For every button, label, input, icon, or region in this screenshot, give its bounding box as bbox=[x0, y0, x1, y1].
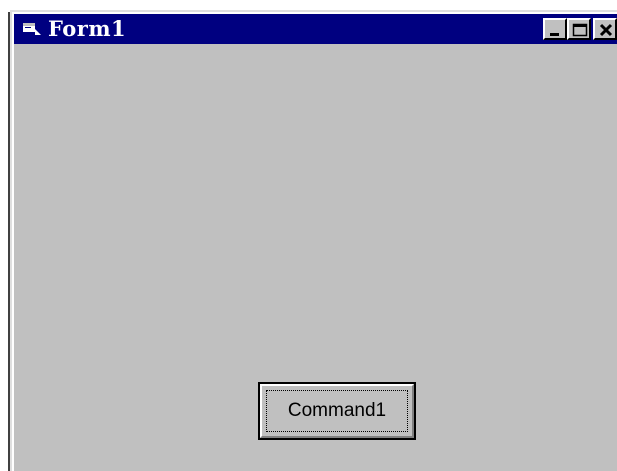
maximize-button[interactable] bbox=[567, 18, 591, 40]
minimize-icon bbox=[550, 33, 559, 36]
form-client-area: Command1 bbox=[14, 44, 617, 471]
close-button[interactable] bbox=[593, 18, 617, 40]
close-icon bbox=[599, 23, 613, 37]
form-icon[interactable] bbox=[22, 21, 42, 37]
form-window: Form1 Command1 bbox=[8, 10, 617, 471]
command1-button[interactable]: Command1 bbox=[258, 382, 416, 440]
title-bar[interactable]: Form1 bbox=[14, 14, 617, 44]
caption-buttons bbox=[543, 18, 617, 40]
button-focus-rect: Command1 bbox=[266, 390, 408, 432]
window-title: Form1 bbox=[48, 16, 127, 41]
maximize-icon bbox=[572, 23, 588, 37]
command1-button-label: Command1 bbox=[287, 400, 387, 421]
minimize-button[interactable] bbox=[543, 18, 567, 40]
